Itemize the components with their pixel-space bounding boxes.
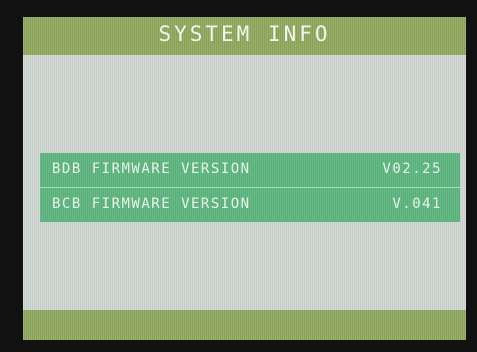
title-bar: SYSTEM INFO <box>23 17 466 55</box>
info-row-bdb-firmware[interactable]: BDB FIRMWARE VERSION V02.25 <box>40 153 460 187</box>
row-value: V.041 <box>392 196 442 212</box>
display-screen: SYSTEM INFO BDB FIRMWARE VERSION V02.25 … <box>23 17 466 340</box>
firmware-info-panel: BDB FIRMWARE VERSION V02.25 BCB FIRMWARE… <box>40 153 460 222</box>
row-label: BCB FIRMWARE VERSION <box>52 196 251 212</box>
device-bezel: SYSTEM INFO BDB FIRMWARE VERSION V02.25 … <box>0 0 477 352</box>
info-row-bcb-firmware[interactable]: BCB FIRMWARE VERSION V.041 <box>40 188 460 222</box>
footer-bar <box>23 310 466 340</box>
row-value: V02.25 <box>382 161 442 177</box>
row-label: BDB FIRMWARE VERSION <box>52 161 251 177</box>
page-title: SYSTEM INFO <box>158 22 331 46</box>
